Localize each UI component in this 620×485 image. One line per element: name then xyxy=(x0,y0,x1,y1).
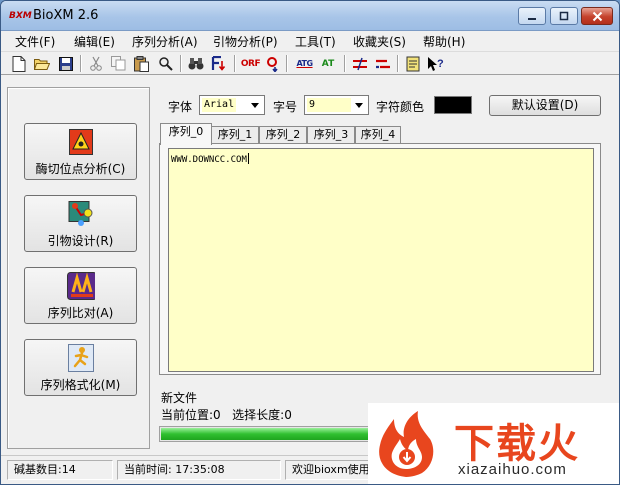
tab-sequence-2[interactable]: 序列_2 xyxy=(259,126,307,144)
menu-help[interactable]: 帮助(H) xyxy=(423,33,465,50)
menu-favorites[interactable]: 收藏夹(S) xyxy=(353,33,406,50)
app-window: BXM BioXM 2.6 文件(F) 编辑(E) 序列分析(A) 引物分析(P… xyxy=(0,0,620,485)
size-select[interactable]: 9 xyxy=(304,95,369,115)
current-time-status: 当前时间: 17:35:08 xyxy=(117,460,281,480)
menu-edit[interactable]: 编辑(E) xyxy=(74,33,115,50)
sequence-text: WWW.DOWNCC.COM xyxy=(171,153,249,165)
flame-logo-icon xyxy=(379,411,434,477)
enzyme-site-analysis-button[interactable]: 酶切位点分析(C) xyxy=(24,123,137,180)
default-settings-button[interactable]: 默认设置(D) xyxy=(489,95,601,116)
primer-icon[interactable] xyxy=(264,55,281,72)
svg-text:?: ? xyxy=(437,58,444,70)
font-select[interactable]: Arial xyxy=(199,95,265,115)
new-file-icon[interactable] xyxy=(10,55,27,72)
enzyme-site-analysis-label: 酶切位点分析(C) xyxy=(35,162,126,176)
position-value: 0 xyxy=(213,408,221,422)
sequence-format-button[interactable]: 序列格式化(M) xyxy=(24,339,137,396)
watermark-subtitle: xiazaihuo.com xyxy=(458,461,567,478)
menu-sequence-analysis[interactable]: 序列分析(A) xyxy=(132,33,198,50)
chevron-down-icon xyxy=(248,98,262,112)
primer-design-icon xyxy=(67,200,95,228)
atg-icon[interactable]: ATG xyxy=(295,55,314,72)
font-value: Arial xyxy=(202,98,237,112)
enzyme-icon xyxy=(67,128,95,156)
minimize-icon xyxy=(528,18,536,20)
tab-sequence-3[interactable]: 序列_3 xyxy=(307,126,355,144)
menu-tools[interactable]: 工具(T) xyxy=(295,33,336,50)
alignment-icon xyxy=(66,272,95,300)
close-button[interactable] xyxy=(581,7,613,25)
size-label: 字号 xyxy=(273,100,298,114)
format-runner-icon xyxy=(67,344,95,372)
selection-value: 0 xyxy=(284,408,292,422)
open-folder-icon[interactable] xyxy=(33,55,50,72)
toolbar-separator xyxy=(80,55,82,72)
minimize-button[interactable] xyxy=(518,7,546,25)
close-icon xyxy=(592,11,602,21)
paste-icon[interactable] xyxy=(133,55,150,72)
title-bar: BXM BioXM 2.6 xyxy=(1,1,619,31)
size-value: 9 xyxy=(307,98,351,112)
sequence-format-label: 序列格式化(M) xyxy=(40,378,121,392)
orf-icon[interactable]: ORF xyxy=(240,55,261,72)
at-icon[interactable]: AT xyxy=(319,55,337,72)
tab-content: WWW.DOWNCC.COM xyxy=(159,143,601,375)
copy-icon[interactable] xyxy=(110,55,127,72)
window-title: BioXM 2.6 xyxy=(33,8,99,23)
at-label: AT xyxy=(321,58,335,69)
find-replace-icon[interactable] xyxy=(157,55,174,72)
left-tool-panel: 酶切位点分析(C) 引物设计(R) 序列比对(A) 序列格式化(M) xyxy=(7,87,150,449)
bioxm-app-icon: BXM xyxy=(9,11,32,21)
toolbar-separator xyxy=(234,55,236,72)
tab-sequence-0[interactable]: 序列_0 xyxy=(160,123,212,145)
binoculars-icon[interactable] xyxy=(187,55,204,72)
align-icon[interactable] xyxy=(351,55,368,72)
restore-icon xyxy=(559,11,569,21)
menu-bar: 文件(F) 编辑(E) 序列分析(A) 引物分析(P) 工具(T) 收藏夹(S)… xyxy=(1,31,619,51)
primer-design-label: 引物设计(R) xyxy=(47,234,114,248)
menu-primer-analysis[interactable]: 引物分析(P) xyxy=(213,33,278,50)
text-caret xyxy=(247,153,249,164)
notes-icon[interactable] xyxy=(404,55,421,72)
toolbar-separator xyxy=(286,55,288,72)
toolbar-separator xyxy=(397,55,399,72)
orf-label: ORF xyxy=(240,58,261,69)
selection-label: 选择长度: xyxy=(232,408,285,422)
font-label: 字体 xyxy=(168,100,193,114)
sequence-editor[interactable]: WWW.DOWNCC.COM xyxy=(168,148,594,372)
toolbar-separator xyxy=(180,55,182,72)
cut-icon[interactable] xyxy=(87,55,104,72)
sequence-text-value: WWW.DOWNCC.COM xyxy=(171,155,247,165)
save-icon[interactable] xyxy=(57,55,74,72)
chevron-down-icon xyxy=(352,98,366,112)
restore-button[interactable] xyxy=(550,7,578,25)
help-pointer-icon[interactable]: ? xyxy=(427,55,444,72)
progress-fill xyxy=(161,428,379,440)
atg-label: ATG xyxy=(296,59,313,68)
base-count-status: 碱基数目:14 xyxy=(7,460,113,480)
tab-sequence-4[interactable]: 序列_4 xyxy=(355,126,401,144)
toolbar: ORF ATG AT ? xyxy=(1,51,619,75)
position-selection-line: 当前位置:0 选择长度:0 xyxy=(161,406,292,423)
sequence-alignment-button[interactable]: 序列比对(A) xyxy=(24,267,137,324)
tab-sequence-1[interactable]: 序列_1 xyxy=(211,126,259,144)
menu-file[interactable]: 文件(F) xyxy=(15,33,55,50)
position-label: 当前位置: xyxy=(161,408,214,422)
site-watermark: 下载火 xiazaihuo.com xyxy=(368,403,619,484)
toolbar-separator xyxy=(344,55,346,72)
align-red-icon[interactable] xyxy=(374,55,391,72)
char-color-swatch[interactable] xyxy=(434,96,472,114)
char-color-label: 字符颜色 xyxy=(376,100,425,114)
sequence-alignment-label: 序列比对(A) xyxy=(47,306,114,320)
primer-design-button[interactable]: 引物设计(R) xyxy=(24,195,137,252)
file-status: 新文件 xyxy=(161,391,198,405)
find-next-icon[interactable] xyxy=(210,55,227,72)
